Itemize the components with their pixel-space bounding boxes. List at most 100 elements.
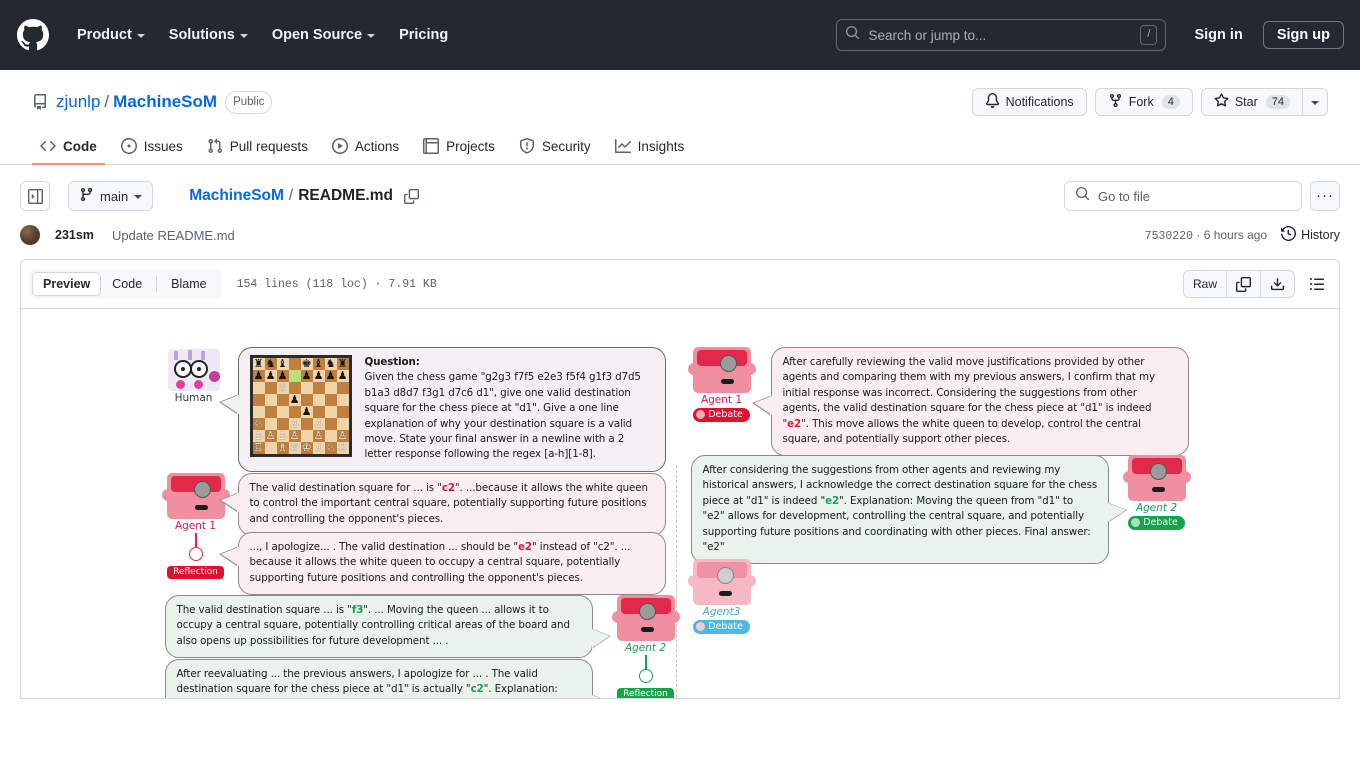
chessboard-square: ♟ (312, 369, 325, 382)
nav-item-open-source[interactable]: Open Source (260, 19, 387, 51)
tab-issues[interactable]: Issues (113, 131, 191, 165)
agent-puzzle-icon (161, 473, 230, 519)
search-icon (1075, 186, 1090, 206)
copy-icon[interactable] (1226, 271, 1260, 297)
tab-label: Code (63, 138, 97, 154)
file-navigation: main MachineSoM / README.md Go to file ·… (0, 165, 1360, 211)
chessboard-square: ♙ (264, 429, 277, 442)
nav-item-product[interactable]: Product (65, 19, 157, 51)
chess-piece: ♟ (313, 369, 324, 382)
kebab-horizontal-icon[interactable]: ··· (1310, 181, 1340, 211)
git-branch-icon (79, 187, 94, 205)
chess-piece: ♘ (325, 441, 336, 454)
chess-piece: ♟ (289, 393, 300, 406)
breadcrumb: MachineSoM / README.md (189, 187, 419, 205)
download-icon[interactable] (1260, 271, 1294, 297)
machinesom-figure: Human ♜ ♞ ♝ ♚ ♝ ♞ ♜ ♟ ♟ ♟ ♟ ♟ ♟ ♟ ♕ ♟ ♟ ♘ ♙ ♙ ♙ ♙ ♙ ♙ ♙ ♙ ♖ ♗ ♕ ♔ ♗ ♘ ♖ … (161, 347, 1198, 698)
chessboard-square (324, 382, 337, 394)
chessboard-square (264, 382, 277, 394)
avatar[interactable] (20, 225, 40, 245)
sign-in-button[interactable]: Sign in (1182, 21, 1254, 49)
graph-icon (614, 138, 631, 154)
tab-insights[interactable]: Insights (607, 131, 693, 165)
go-to-file-placeholder: Go to file (1098, 188, 1151, 204)
raw-button[interactable]: Raw (1184, 271, 1226, 297)
avatar-agent-2-left: Agent 2 Reflection (611, 595, 680, 698)
chess-piece: ♗ (277, 441, 288, 454)
avatar-label: Agent 2 (624, 642, 667, 654)
history-icon (1281, 225, 1297, 244)
commit-message-link[interactable]: Update README.md (112, 228, 235, 243)
chess-piece: ♔ (301, 441, 312, 454)
global-header: Product Solutions Open Source Pricing Se… (0, 0, 1360, 70)
tab-code[interactable]: Code (32, 131, 105, 165)
star-dropdown-button[interactable] (1303, 88, 1328, 116)
debate-badge: Debate (1128, 516, 1185, 530)
avatar-label: Agent3 (702, 606, 741, 618)
search-input[interactable]: Search or jump to... / (836, 19, 1167, 51)
github-mark-icon[interactable] (17, 19, 49, 51)
search-placeholder: Search or jump to... (868, 27, 987, 43)
debate-label: Debate (708, 409, 743, 420)
question-title: Question: (364, 356, 420, 368)
repo-owner-link[interactable]: zjunlp (56, 92, 100, 112)
tab-code[interactable]: Code (101, 272, 153, 296)
tab-divider (156, 276, 158, 292)
chevron-down-icon (239, 34, 248, 38)
agent1-bubble-2-tail (220, 547, 239, 566)
tab-security[interactable]: Security (511, 131, 599, 165)
agent2-bubble-2: After reevaluating ... the previous answ… (164, 659, 593, 698)
repository-tabs: Code Issues Pull requests Actions Projec… (0, 118, 1360, 165)
commit-sha[interactable]: 7530220 (1145, 230, 1193, 243)
repository-title-row: zjunlp / MachineSoM Public Notifications… (32, 86, 1328, 118)
tab-actions[interactable]: Actions (324, 131, 407, 165)
chessboard-rank: ♖ ♗ ♕ ♔ ♗ ♘ ♖ (252, 441, 349, 454)
file-navigation-right: Go to file ··· (1064, 181, 1340, 211)
chessboard-rank: ♟ (252, 393, 349, 406)
star-button[interactable]: Star 74 (1200, 88, 1303, 116)
latest-commit-row: 231sm Update README.md 7530220 · 6 hours… (0, 211, 1360, 259)
history-link[interactable]: History (1281, 225, 1340, 244)
breadcrumb-root-link[interactable]: MachineSoM (189, 187, 284, 205)
commit-dot: · (1196, 227, 1201, 242)
tab-projects[interactable]: Projects (415, 131, 503, 165)
copy-path-icon[interactable] (403, 188, 419, 204)
chessboard-square (264, 406, 277, 418)
go-to-file-input[interactable]: Go to file (1064, 181, 1302, 211)
avatar-agent-3: Agent3 Debate (687, 559, 756, 636)
sidebar-expand-icon[interactable] (20, 181, 50, 211)
nav-item-solutions[interactable]: Solutions (157, 19, 260, 51)
nav-item-pricing[interactable]: Pricing (387, 19, 460, 51)
chess-piece: ♙ (265, 429, 276, 442)
commit-author-link[interactable]: 231sm (55, 228, 94, 242)
global-header-right: Search or jump to... / Sign in Sign up (836, 19, 1344, 51)
chessboard-square: ♟ (252, 370, 265, 382)
tab-pull-requests[interactable]: Pull requests (199, 131, 316, 165)
tab-preview[interactable]: Preview (32, 272, 102, 296)
chessboard-square (312, 394, 325, 406)
chessboard-square (324, 418, 337, 430)
tab-label: Insights (637, 138, 685, 154)
reflection-loop-icon (188, 547, 203, 561)
star-count: 74 (1265, 95, 1290, 109)
file-toolbar: Preview Code Blame 154 lines (118 loc) ·… (21, 260, 1339, 309)
notifications-button[interactable]: Notifications (971, 88, 1087, 116)
avatar-label: Human (174, 392, 213, 404)
chessboard-square (336, 394, 349, 406)
chevron-down-icon (136, 34, 145, 38)
list-unordered-icon[interactable] (1303, 270, 1331, 298)
caret-down-icon (134, 195, 143, 199)
chess-piece: ♕ (277, 381, 288, 394)
fork-count: 4 (1161, 95, 1180, 109)
repo-name-link[interactable]: MachineSoM (113, 92, 217, 112)
chess-piece: ♟ (325, 369, 336, 382)
fork-button[interactable]: Fork 4 (1094, 88, 1193, 116)
commit-relative-time: 6 hours ago (1203, 227, 1268, 242)
branch-label: main (100, 188, 129, 204)
nav-item-label: Pricing (399, 27, 449, 43)
bubble-text: The valid destination square for ... is … (249, 482, 649, 525)
sign-up-button[interactable]: Sign up (1262, 21, 1344, 49)
tab-blame[interactable]: Blame (160, 272, 217, 296)
table-icon (423, 138, 440, 154)
branch-selector[interactable]: main (68, 181, 154, 211)
